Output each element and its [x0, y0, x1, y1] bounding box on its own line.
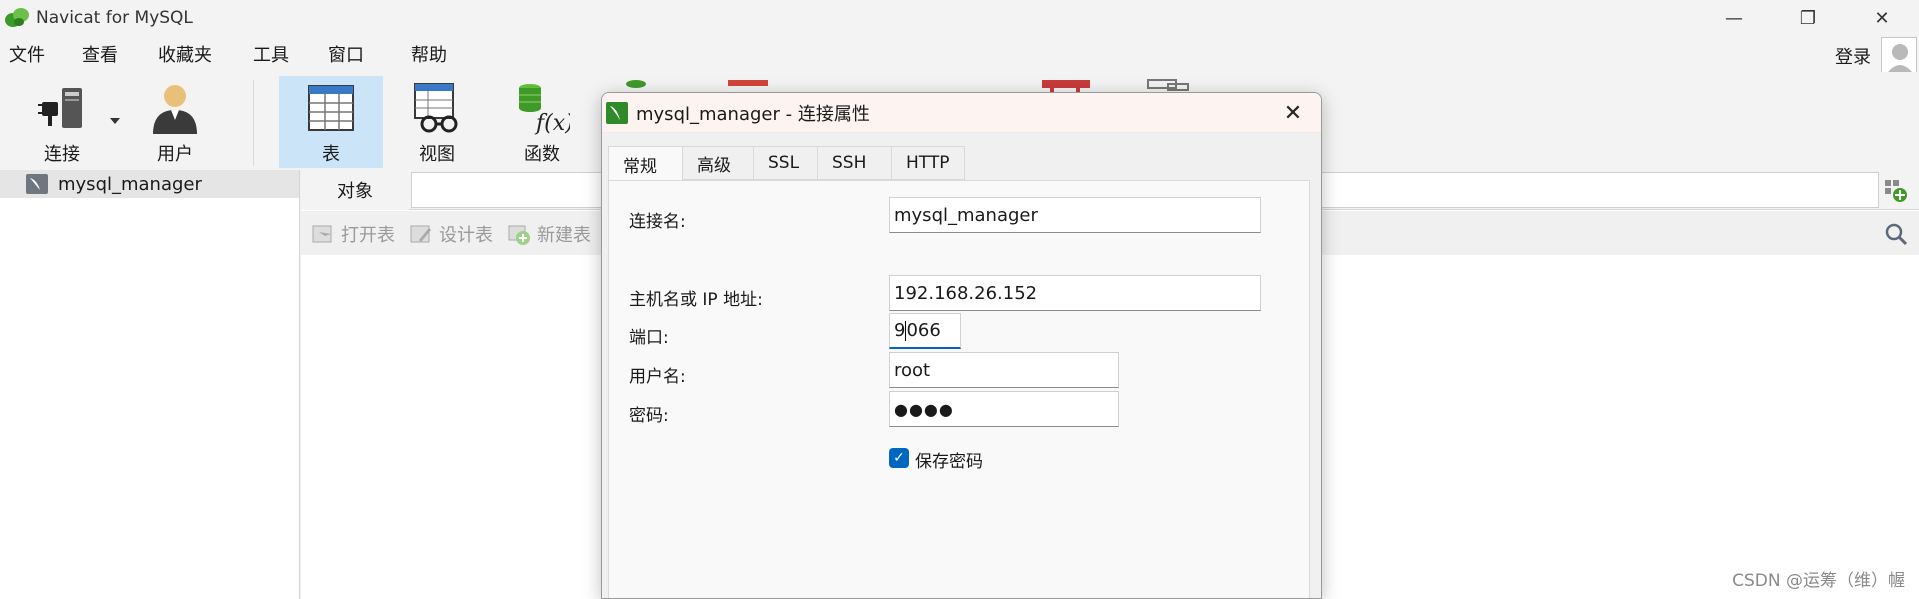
host-field-label: 主机名或 IP 地址:	[629, 290, 763, 310]
open-table-label: 打开表	[341, 225, 395, 246]
function-icon: f(x)	[519, 84, 570, 136]
toolbar-function-button[interactable]: f(x) 函数	[490, 76, 594, 168]
toolbar-connection-button[interactable]: 连接	[10, 76, 114, 168]
design-table-icon	[410, 225, 431, 243]
dialog-title: mysql_manager - 连接属性	[636, 103, 870, 125]
menu-favorites[interactable]: 收藏夹	[158, 41, 212, 67]
toolbar-separator	[253, 80, 254, 166]
connection-tree-item[interactable]: mysql_manager	[0, 170, 299, 198]
tab-ssh[interactable]: SSH	[818, 146, 892, 180]
user-icon	[153, 85, 197, 134]
username-field-label: 用户名:	[629, 367, 686, 387]
new-table-icon	[508, 225, 530, 245]
menu-bar: 文件 查看 收藏夹 工具 窗口 帮助	[0, 36, 1919, 72]
design-table-button[interactable]: 设计表	[409, 221, 493, 247]
toolbar-user-button[interactable]: 用户	[123, 76, 227, 168]
general-tab-panel: 连接名: mysql_manager 主机名或 IP 地址: 192.168.2…	[608, 180, 1310, 598]
tab-http[interactable]: HTTP	[892, 146, 965, 180]
toolbar-user-label: 用户	[157, 144, 193, 165]
dialog-close-button[interactable]: ✕	[1279, 99, 1307, 127]
dialog-tab-bar: 常规 高级 SSL SSH HTTP	[608, 146, 965, 182]
open-table-button[interactable]: 打开表	[311, 221, 395, 247]
open-table-icon	[312, 225, 332, 243]
port-value-end: 066	[906, 320, 941, 341]
connection-properties-dialog: mysql_manager - 连接属性 ✕ 常规 高级 SSL SSH HTT…	[601, 92, 1322, 599]
new-table-button[interactable]: 新建表	[507, 221, 591, 247]
username-input[interactable]: root	[889, 352, 1119, 388]
tab-objects[interactable]: 对象	[301, 170, 409, 210]
minimize-button[interactable]: —	[1697, 0, 1771, 36]
watermark: CSDN @运筹（维）幄	[1732, 571, 1905, 591]
toolbar-table-button[interactable]: 表	[279, 76, 383, 168]
menu-file[interactable]: 文件	[9, 41, 45, 67]
connection-tree-panel: mysql_manager	[0, 170, 300, 599]
toolbar-view-label: 视图	[419, 144, 455, 165]
tab-general[interactable]: 常规	[608, 146, 683, 182]
toolbar-connection-label: 连接	[44, 144, 80, 165]
mysql-connection-icon	[26, 174, 48, 194]
password-field-label: 密码:	[629, 406, 669, 426]
close-window-button[interactable]: ✕	[1845, 0, 1919, 36]
save-password-checkbox[interactable]: ✓	[889, 448, 909, 468]
menu-view[interactable]: 查看	[82, 41, 118, 67]
new-table-label: 新建表	[537, 225, 591, 246]
window-controls: — ❐ ✕	[1697, 0, 1919, 36]
menu-tools[interactable]: 工具	[253, 41, 289, 67]
host-input[interactable]: 192.168.26.152	[889, 275, 1261, 311]
login-area: 登录	[1835, 36, 1919, 76]
table-icon	[308, 85, 354, 131]
avatar[interactable]	[1881, 37, 1917, 75]
design-table-label: 设计表	[439, 225, 493, 246]
port-input[interactable]: 9 066	[889, 313, 961, 349]
save-password-label: 保存密码	[915, 452, 983, 472]
app-title: Navicat for MySQL	[36, 8, 193, 28]
menu-help[interactable]: 帮助	[411, 41, 447, 67]
login-link[interactable]: 登录	[1835, 43, 1871, 69]
restore-button[interactable]: ❐	[1771, 0, 1845, 36]
svg-text:f(x): f(x)	[534, 111, 570, 136]
port-field-label: 端口:	[629, 328, 669, 348]
search-icon[interactable]	[1883, 221, 1909, 247]
password-input[interactable]: ●●●●	[889, 391, 1119, 427]
connection-name-label: mysql_manager	[58, 173, 202, 195]
title-bar: Navicat for MySQL — ❐ ✕	[0, 0, 1919, 36]
port-value-start: 9	[894, 320, 906, 341]
new-tab-icon[interactable]	[1883, 178, 1909, 204]
connection-icon	[38, 88, 82, 128]
checkmark-icon: ✓	[893, 450, 905, 466]
toolbar-table-label: 表	[322, 144, 340, 165]
connection-name-input[interactable]: mysql_manager	[889, 197, 1261, 233]
tab-ssl[interactable]: SSL	[754, 146, 818, 180]
toolbar-view-button[interactable]: 视图	[385, 76, 489, 168]
avatar-placeholder-icon	[1886, 44, 1914, 74]
connection-name-field-label: 连接名:	[629, 212, 686, 232]
dialog-title-bar: mysql_manager - 连接属性	[602, 93, 1321, 133]
tab-advanced[interactable]: 高级	[683, 146, 754, 180]
navicat-logo-icon	[5, 8, 29, 27]
menu-window[interactable]: 窗口	[328, 41, 364, 67]
view-icon	[414, 83, 458, 133]
toolbar-function-label: 函数	[524, 144, 560, 165]
connection-dropdown-arrow-icon[interactable]	[110, 118, 120, 124]
mysql-connection-icon	[606, 101, 628, 124]
